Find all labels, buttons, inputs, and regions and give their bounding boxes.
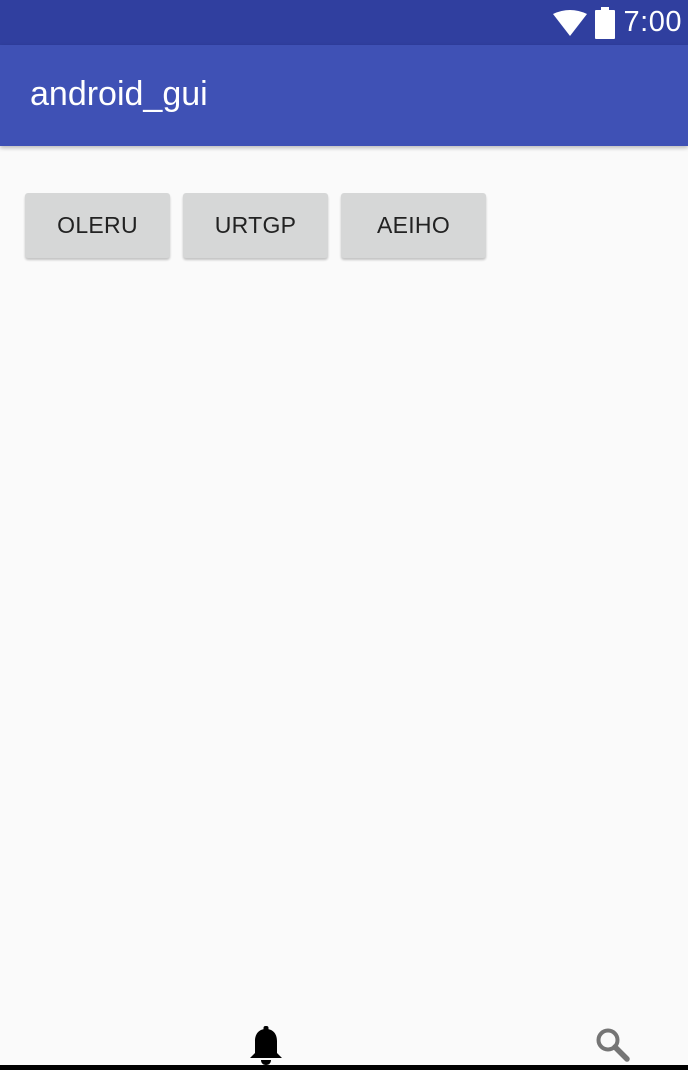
status-icons: 7:00 xyxy=(552,0,682,45)
app-bar: android_gui xyxy=(0,45,688,146)
search-icon[interactable] xyxy=(595,1027,631,1063)
navigation-bar-edge xyxy=(0,1065,688,1070)
aeiho-button[interactable]: AEIHO xyxy=(341,193,486,258)
app-title: android_gui xyxy=(30,75,208,113)
bell-icon[interactable] xyxy=(249,1026,283,1066)
oleru-button[interactable]: OLERU xyxy=(25,193,170,258)
bottom-bar xyxy=(0,1020,688,1070)
battery-icon xyxy=(594,6,615,39)
status-time: 7:00 xyxy=(623,6,682,38)
urtgp-button[interactable]: URTGP xyxy=(183,193,328,258)
button-row: OLERU URTGP AEIHO xyxy=(25,193,499,258)
status-bar: 7:00 xyxy=(0,0,688,45)
wifi-icon xyxy=(552,9,587,36)
